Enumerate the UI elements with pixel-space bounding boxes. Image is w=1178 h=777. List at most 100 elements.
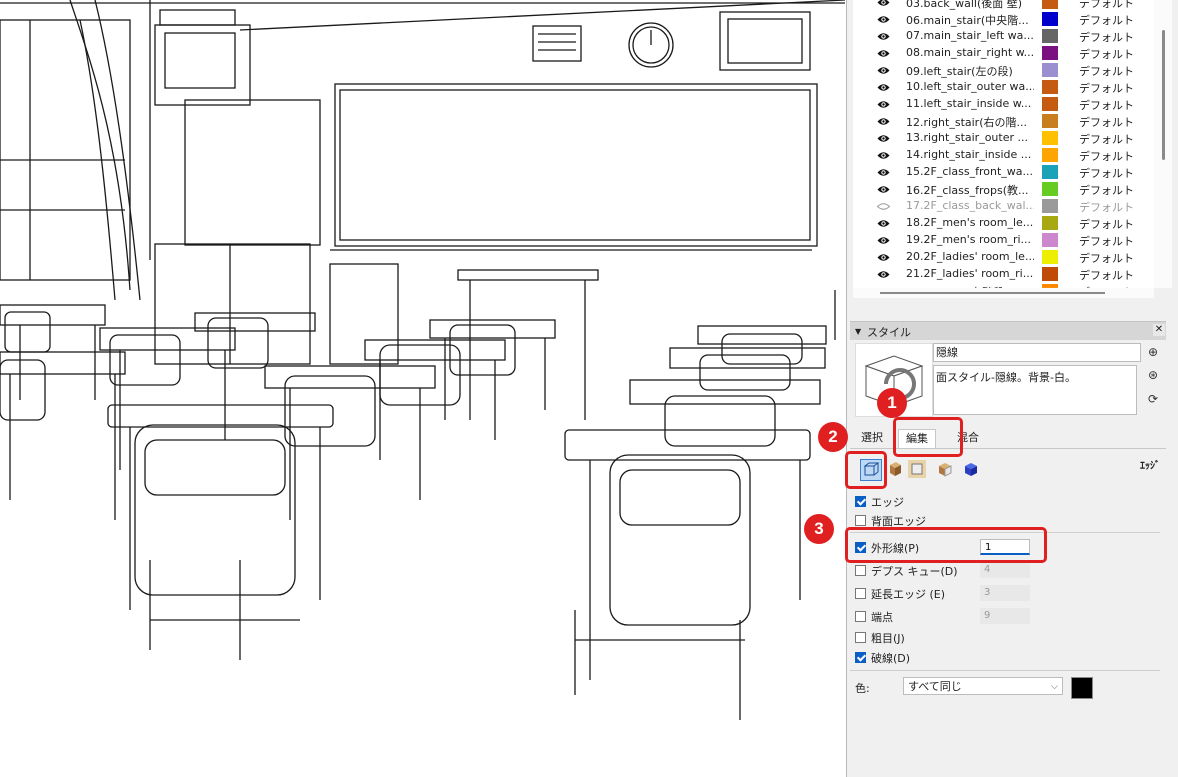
tag-name[interactable]: 03.back_wall(後面 壁) (906, 0, 1034, 11)
scrollbar-thumb[interactable] (880, 292, 1105, 294)
tag-line-style[interactable]: デフォルト (1079, 46, 1134, 62)
eye-icon[interactable] (877, 14, 890, 25)
refresh-icon[interactable]: ⟳ (1146, 392, 1160, 406)
tag-line-style[interactable]: デフォルト (1079, 80, 1134, 96)
tag-line-style[interactable]: デフォルト (1079, 216, 1134, 232)
tag-color-swatch[interactable] (1042, 80, 1058, 94)
tag-name[interactable]: 19.2F_men's room_ri... (906, 233, 1034, 246)
tag-name[interactable]: 17.2F_class_back_wal... (906, 199, 1034, 212)
tag-name[interactable]: 10.left_stair_outer wa... (906, 80, 1034, 93)
tag-line-style[interactable]: デフォルト (1079, 131, 1134, 147)
watermark-settings-icon[interactable] (936, 460, 954, 478)
tag-color-swatch[interactable] (1042, 97, 1058, 111)
tag-name[interactable]: 21.2F_ladies' room_ri... (906, 267, 1034, 280)
tag-name[interactable]: 08.main_stair_right w... (906, 46, 1034, 59)
tag-name[interactable]: 13.right_stair_outer ... (906, 131, 1034, 144)
tag-row[interactable]: 21.2F_ladies' room_ri... デフォルト (853, 266, 1153, 283)
close-icon[interactable]: ✕ (1153, 324, 1165, 336)
tag-color-swatch[interactable] (1042, 114, 1058, 128)
depth-cue-checkbox[interactable] (855, 565, 866, 576)
dashes-checkbox[interactable] (855, 652, 866, 663)
tag-row[interactable]: 20.2F_ladies' room_le... デフォルト (853, 249, 1153, 266)
style-name-field[interactable]: 隠線 (933, 343, 1141, 362)
eye-icon[interactable] (877, 82, 890, 93)
face-settings-icon[interactable] (886, 460, 904, 478)
tag-line-style[interactable]: デフォルト (1079, 114, 1134, 130)
extension-checkbox[interactable] (855, 588, 866, 599)
tag-row[interactable]: 10.left_stair_outer wa... デフォルト (853, 79, 1153, 96)
tag-name[interactable]: 15.2F_class_front_wa... (906, 165, 1034, 178)
modeling-settings-icon[interactable] (962, 460, 980, 478)
tag-row[interactable]: 09.left_stair(左の段) デフォルト (853, 62, 1153, 79)
edge-color-swatch[interactable] (1071, 677, 1093, 699)
tag-color-swatch[interactable] (1042, 12, 1058, 26)
eye-icon[interactable] (877, 150, 890, 161)
tag-name[interactable]: 14.right_stair_inside ... (906, 148, 1034, 161)
tag-color-swatch[interactable] (1042, 216, 1058, 230)
eye-icon[interactable] (877, 116, 890, 127)
endpoints-checkbox[interactable] (855, 611, 866, 622)
create-style-icon[interactable]: ⊕ (1146, 345, 1160, 359)
tag-row[interactable]: 15.2F_class_front_wa... デフォルト (853, 164, 1153, 181)
style-description-field[interactable]: 面スタイル-隠線。背景-白。 (933, 365, 1137, 415)
tag-color-swatch[interactable] (1042, 29, 1058, 43)
tag-line-style[interactable]: デフォルト (1079, 97, 1134, 113)
eye-hidden-icon[interactable] (877, 201, 890, 212)
tag-line-style[interactable]: デフォルト (1079, 199, 1134, 215)
tag-name[interactable]: 18.2F_men's room_le... (906, 216, 1034, 229)
tag-color-swatch[interactable] (1042, 199, 1058, 213)
tag-name[interactable]: 06.main_stair(中央階... (906, 12, 1034, 28)
tag-row[interactable]: 14.right_stair_inside ... デフォルト (853, 147, 1153, 164)
tag-name[interactable]: 07.main_stair_left wa... (906, 29, 1034, 42)
eye-icon[interactable] (877, 99, 890, 110)
eye-icon[interactable] (877, 184, 890, 195)
eye-icon[interactable] (877, 269, 890, 280)
tag-color-swatch[interactable] (1042, 267, 1058, 281)
tag-row[interactable]: 12.right_stair(右の階... デフォルト (853, 113, 1153, 130)
tag-row[interactable]: 08.main_stair_right w... デフォルト (853, 45, 1153, 62)
tag-color-swatch[interactable] (1042, 165, 1058, 179)
edges-checkbox[interactable] (855, 496, 866, 507)
tags-vertical-scrollbar[interactable] (1154, 0, 1172, 288)
eye-icon[interactable] (877, 133, 890, 144)
background-settings-icon[interactable] (908, 460, 926, 478)
extension-input[interactable]: 3 (980, 585, 1030, 601)
tag-row[interactable]: 03.back_wall(後面 壁) デフォルト (853, 0, 1153, 11)
update-style-icon[interactable]: ⊛ (1146, 368, 1160, 382)
tag-name[interactable]: 20.2F_ladies' room_le... (906, 250, 1034, 263)
eye-icon[interactable] (877, 31, 890, 42)
styles-section-header[interactable]: ▼ スタイル ✕ (850, 321, 1166, 340)
eye-icon[interactable] (877, 218, 890, 229)
tag-line-style[interactable]: デフォルト (1079, 0, 1134, 11)
eye-icon[interactable] (877, 48, 890, 59)
tag-row[interactable]: 13.right_stair_outer ... デフォルト (853, 130, 1153, 147)
tag-name[interactable]: 11.left_stair_inside w... (906, 97, 1034, 110)
scrollbar-thumb[interactable] (1162, 30, 1165, 160)
tag-line-style[interactable]: デフォルト (1079, 165, 1134, 181)
tag-color-swatch[interactable] (1042, 46, 1058, 60)
tag-line-style[interactable]: デフォルト (1079, 29, 1134, 45)
tag-line-style[interactable]: デフォルト (1079, 267, 1134, 283)
tags-horizontal-scrollbar[interactable] (853, 288, 1154, 298)
tag-row[interactable]: 06.main_stair(中央階... デフォルト (853, 11, 1153, 28)
tag-line-style[interactable]: デフォルト (1079, 250, 1134, 266)
depth-cue-input[interactable]: 4 (980, 562, 1030, 578)
tab-select[interactable]: 選択 (854, 429, 890, 447)
tag-line-style[interactable]: デフォルト (1079, 233, 1134, 249)
tag-color-swatch[interactable] (1042, 0, 1058, 9)
tag-color-swatch[interactable] (1042, 250, 1058, 264)
tag-color-swatch[interactable] (1042, 131, 1058, 145)
tag-name[interactable]: 12.right_stair(右の階... (906, 114, 1034, 130)
model-viewport[interactable] (0, 0, 845, 777)
tag-name[interactable]: 16.2F_class_frops(教... (906, 182, 1034, 198)
jitter-checkbox[interactable] (855, 632, 866, 643)
eye-icon[interactable] (877, 167, 890, 178)
tags-list[interactable]: 03.back_wall(後面 壁) デフォルト 06.main_stair(中央階… (853, 0, 1154, 288)
tag-line-style[interactable]: デフォルト (1079, 148, 1134, 164)
color-mode-select[interactable]: すべて同じ ⌵ (903, 677, 1063, 695)
tag-color-swatch[interactable] (1042, 182, 1058, 196)
eye-icon[interactable] (877, 0, 890, 8)
tag-row[interactable]: 17.2F_class_back_wal... デフォルト (853, 198, 1153, 215)
tag-line-style[interactable]: デフォルト (1079, 63, 1134, 79)
tag-line-style[interactable]: デフォルト (1079, 182, 1134, 198)
